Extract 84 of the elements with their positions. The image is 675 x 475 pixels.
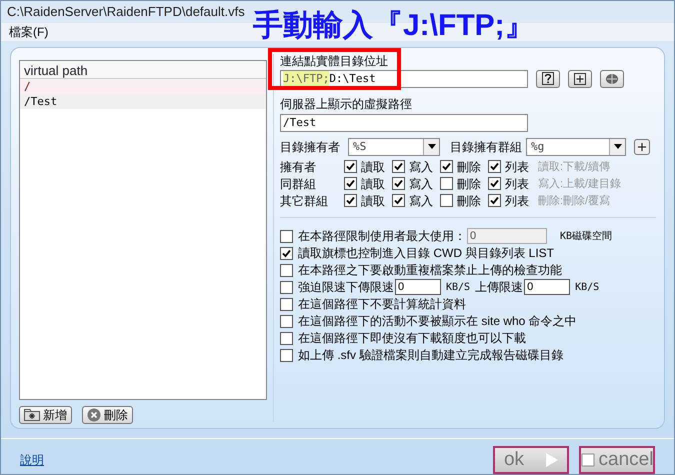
list-item[interactable]: / — [20, 78, 266, 94]
checkbox[interactable] — [280, 314, 293, 328]
checkbox-label: 寫入 — [409, 176, 433, 193]
checkbox-label: 寫入 — [409, 192, 433, 210]
checkbox[interactable] — [440, 177, 453, 190]
highlighted-text: J:\FTP; — [283, 70, 330, 88]
checkbox[interactable] — [280, 280, 293, 294]
upload-speed-field[interactable]: 0 — [524, 279, 570, 296]
checkbox-label: 列表 — [505, 158, 529, 176]
delete-button[interactable]: 刪除 — [82, 406, 133, 424]
globe-button[interactable] — [600, 70, 624, 88]
checkbox[interactable] — [392, 194, 405, 208]
quota-field[interactable]: 0 — [467, 228, 547, 244]
option-label: 在這個路徑下即使沒有下載額度也可以下載 — [298, 330, 526, 348]
play-icon — [546, 453, 558, 468]
globe-icon — [605, 72, 619, 85]
list-item[interactable]: /Test — [20, 94, 266, 109]
checkbox[interactable] — [440, 160, 453, 174]
close-icon — [87, 408, 101, 422]
checkbox[interactable] — [280, 298, 293, 311]
checkbox[interactable] — [280, 332, 293, 345]
square-icon — [580, 453, 595, 468]
checkbox[interactable] — [488, 177, 501, 190]
question-icon — [542, 72, 554, 86]
field-label: 目錄擁有者 — [280, 138, 341, 156]
checkbox-label: 讀取 — [361, 176, 385, 193]
unit-label: KB磁碟空間 — [560, 230, 612, 244]
checkbox-label: 列表 — [505, 192, 529, 210]
option-label: 在這個路徑下不要計算統計資料 — [298, 296, 466, 314]
input-text: D:\Test — [329, 70, 376, 87]
checkbox[interactable] — [440, 194, 453, 208]
checkbox-label: 讀取 — [361, 192, 385, 210]
plus-icon — [574, 72, 586, 85]
checkbox-label: 刪除 — [457, 176, 481, 193]
plus-icon — [638, 142, 646, 151]
checkbox[interactable] — [392, 160, 405, 174]
checkbox[interactable] — [488, 194, 501, 208]
download-speed-field[interactable]: 0 — [395, 279, 441, 296]
column-header: virtual path — [20, 60, 266, 79]
help-link[interactable]: 說明 — [20, 451, 44, 470]
checkbox-label: 刪除 — [457, 192, 481, 210]
path-input-field[interactable]: J:\FTP;D:\Test — [280, 70, 528, 88]
checkbox[interactable] — [280, 246, 293, 260]
field-label: 連結點實體目錄位址 — [280, 54, 389, 69]
row-label: 其它群組 — [280, 192, 329, 210]
checkbox[interactable] — [280, 264, 293, 277]
virtual-path-field[interactable]: /Test — [280, 114, 528, 132]
group-dropdown[interactable]: %g — [526, 138, 626, 156]
checkbox[interactable] — [280, 348, 293, 362]
checkbox[interactable] — [344, 177, 357, 190]
checkbox-label: 讀取 — [361, 158, 385, 176]
add-button[interactable] — [568, 70, 592, 88]
checkbox-label: 刪除 — [457, 158, 481, 176]
annotation-text: 手動輸入『J:\FTP;』 — [253, 9, 535, 43]
field-label: 伺服器上顯示的虛擬路徑 — [280, 96, 412, 112]
option-label: 在本路徑之下要啟動重複檔案禁止上傳的檢查功能 — [298, 262, 562, 280]
unit-label: KB/S — [446, 280, 470, 295]
help-button[interactable] — [536, 70, 560, 88]
hint-text: 刪除:刪除/覆寫 — [538, 194, 610, 209]
add-button[interactable] — [634, 138, 650, 155]
menu-item[interactable]: 檔案(F) — [9, 22, 48, 41]
option-label: 在這個路徑下的活動不要被顯示在 site who 命令之中 — [298, 313, 577, 330]
owner-dropdown[interactable]: %S — [348, 138, 440, 156]
hint-text: 寫入:上載/建目錄 — [538, 176, 622, 192]
option-label: 上傳限速 — [475, 279, 524, 296]
option-label: 在本路徑限制使用者最大使用： — [298, 228, 466, 246]
checkbox-label: 寫入 — [409, 158, 433, 176]
add-button[interactable]: 新增 — [19, 406, 72, 424]
checkbox[interactable] — [392, 177, 405, 190]
option-label: 強迫限速下傳限速 — [298, 279, 394, 296]
checkbox-label: 列表 — [505, 176, 529, 193]
folder-icon — [24, 408, 40, 421]
option-label: 讀取旗標也控制進入目錄 CWD 與目錄列表 LIST — [298, 245, 554, 262]
option-label: 如上傳 .sfv 驗證檔案則自動建立完成報告磁碟目錄 — [298, 347, 564, 364]
field-label: 目錄擁有群組 — [450, 138, 522, 156]
checkbox[interactable] — [344, 194, 357, 208]
hint-text: 讀取:下載/續傳 — [538, 160, 610, 175]
checkbox[interactable] — [280, 230, 293, 243]
window-title: C:\RaidenServer\RaidenFTPD\default.vfs — [7, 3, 245, 22]
row-label: 同群組 — [280, 176, 317, 193]
checkbox[interactable] — [344, 160, 357, 174]
row-label: 擁有者 — [280, 158, 317, 176]
checkbox[interactable] — [488, 160, 501, 174]
unit-label: KB/S — [575, 280, 600, 295]
